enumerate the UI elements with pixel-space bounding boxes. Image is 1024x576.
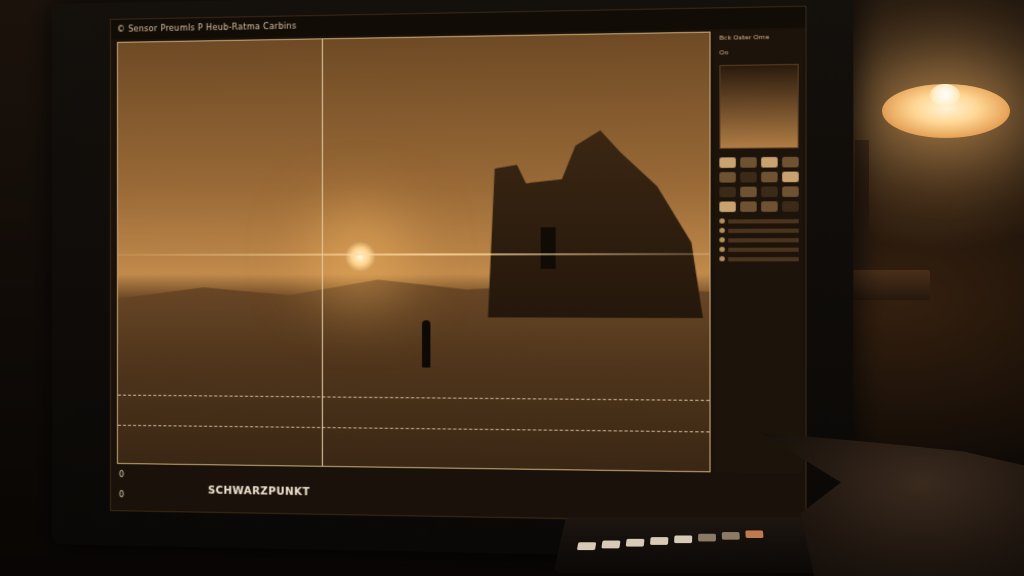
console-key[interactable]	[601, 540, 621, 549]
sun	[344, 241, 376, 272]
compare-split-handle[interactable]	[321, 39, 323, 466]
console-key[interactable]	[745, 530, 764, 538]
slider-dot	[719, 256, 725, 262]
slider-row[interactable]	[715, 216, 803, 226]
slider-bar[interactable]	[728, 256, 799, 261]
slider-row[interactable]	[715, 225, 803, 235]
image-viewport[interactable]	[116, 31, 711, 473]
ruin-doorway	[540, 227, 556, 269]
tool-button[interactable]	[782, 186, 799, 197]
panel-subheader: Oo	[719, 49, 729, 57]
console-key[interactable]	[674, 535, 693, 544]
slider-row[interactable]	[715, 254, 803, 264]
slider-dot	[719, 227, 725, 234]
rock-ruin	[477, 129, 703, 318]
tool-button[interactable]	[719, 186, 736, 198]
slider-bar[interactable]	[728, 247, 799, 252]
tool-panel: Bck Oster Ome Oo	[714, 29, 804, 474]
standing-figure	[422, 320, 431, 368]
slider-bar[interactable]	[728, 218, 799, 224]
status-counter-bottom: 0	[118, 490, 125, 500]
console-key[interactable]	[649, 537, 669, 545]
tool-button[interactable]	[740, 186, 757, 198]
console-key[interactable]	[625, 538, 645, 547]
console-key[interactable]	[721, 532, 740, 540]
tool-button[interactable]	[719, 201, 736, 213]
slider-row[interactable]	[715, 235, 803, 245]
status-bar: 0 0 SCHWARZPUNKT	[117, 468, 799, 520]
tool-button[interactable]	[782, 201, 799, 212]
tool-button[interactable]	[740, 171, 757, 183]
slider-bar[interactable]	[728, 237, 799, 242]
screen: © Sensor Preumls P Heub-Ratma Carbins Bc…	[109, 5, 807, 524]
lamp-bulb	[930, 84, 960, 106]
tool-button[interactable]	[782, 156, 799, 168]
tool-button[interactable]	[761, 156, 778, 168]
status-counter-top: 0	[118, 469, 125, 480]
tool-button[interactable]	[761, 171, 778, 183]
lamp-pole	[855, 140, 869, 280]
slider-row[interactable]	[715, 244, 803, 254]
slider-dot	[719, 218, 725, 224]
tool-button[interactable]	[782, 171, 799, 183]
brand-logo: SCHWARZPUNKT	[207, 485, 310, 499]
tool-button[interactable]	[719, 172, 736, 183]
console-key[interactable]	[576, 542, 597, 551]
slider-dot	[719, 237, 725, 243]
tool-button[interactable]	[719, 157, 736, 168]
slider-dot	[719, 246, 725, 252]
panel-header: Bck Oster Ome	[719, 33, 770, 42]
tool-button[interactable]	[740, 201, 757, 212]
slider-bar[interactable]	[728, 228, 799, 233]
tool-button[interactable]	[761, 186, 778, 198]
console-key[interactable]	[698, 533, 716, 542]
tool-button[interactable]	[761, 201, 778, 212]
tool-button-grid	[715, 153, 803, 217]
monitor: © Sensor Preumls P Heub-Ratma Carbins Bc…	[52, 0, 854, 561]
tool-button[interactable]	[740, 157, 757, 168]
preview-thumbnail[interactable]	[719, 63, 799, 150]
